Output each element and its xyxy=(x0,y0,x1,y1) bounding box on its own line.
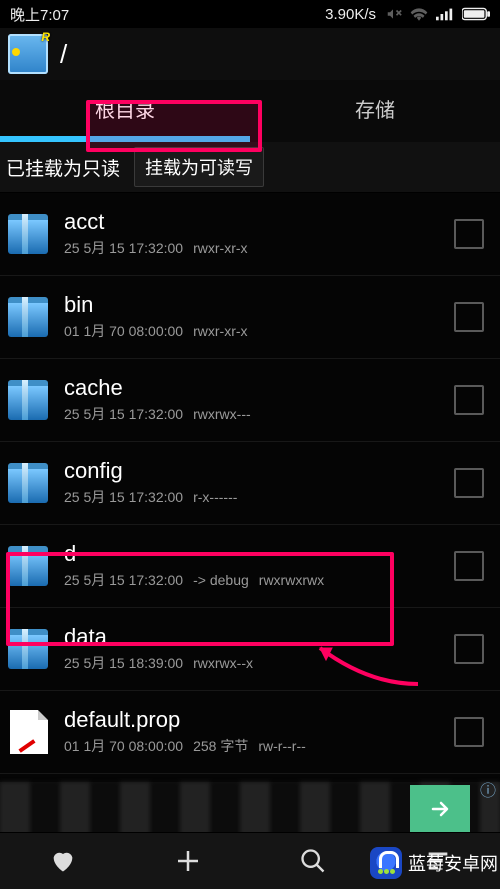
mount-rw-button[interactable]: 挂载为可读写 xyxy=(134,147,264,187)
current-path[interactable]: / xyxy=(60,39,67,70)
list-item[interactable]: cache 25 5月 15 17:32:00rwxrwx--- xyxy=(0,359,500,442)
file-meta: 25 5月 15 17:32:00r-x------ xyxy=(64,487,442,507)
folder-icon xyxy=(8,629,48,669)
list-item[interactable]: data 25 5月 15 18:39:00rwxrwx--x xyxy=(0,608,500,691)
list-item[interactable]: default.prop 01 1月 70 08:00:00258 字节rw-r… xyxy=(0,691,500,774)
tab-storage[interactable]: 存储 xyxy=(250,80,500,142)
list-item[interactable]: d 25 5月 15 17:32:00-> debugrwxrwxrwx xyxy=(0,525,500,608)
app-icon[interactable] xyxy=(8,34,48,74)
file-meta: 25 5月 15 17:32:00-> debugrwxrwxrwx xyxy=(64,570,442,590)
file-meta: 01 1月 70 08:00:00rwxr-xr-x xyxy=(64,321,442,341)
file-list: acct 25 5月 15 17:32:00rwxr-xr-x bin 01 1… xyxy=(0,193,500,839)
heart-icon xyxy=(49,847,77,875)
folder-icon xyxy=(8,297,48,337)
status-bar: 晚上7:07 3.90K/s xyxy=(0,0,500,28)
file-meta: 25 5月 15 18:39:00rwxrwx--x xyxy=(64,653,442,673)
file-name: d xyxy=(64,542,442,566)
search-icon xyxy=(299,847,327,875)
list-item[interactable]: config 25 5月 15 17:32:00r-x------ xyxy=(0,442,500,525)
plus-icon xyxy=(173,846,203,876)
row-checkbox[interactable] xyxy=(454,468,484,498)
row-checkbox[interactable] xyxy=(454,302,484,332)
toolbar-search-button[interactable] xyxy=(250,833,375,889)
ad-banner[interactable]: ⓘ xyxy=(0,782,500,836)
file-meta: 25 5月 15 17:32:00rwxr-xr-x xyxy=(64,238,442,258)
folder-icon xyxy=(8,546,48,586)
arrow-right-icon xyxy=(428,797,452,821)
file-name: config xyxy=(64,459,442,483)
row-checkbox[interactable] xyxy=(454,717,484,747)
mute-icon xyxy=(384,7,402,21)
wifi-icon xyxy=(410,7,428,21)
ad-info-icon[interactable]: ⓘ xyxy=(480,784,496,800)
toolbar-add-button[interactable] xyxy=(125,833,250,889)
row-checkbox[interactable] xyxy=(454,551,484,581)
folder-icon xyxy=(8,380,48,420)
mount-status-row: 已挂载为只读 挂载为可读写 xyxy=(0,142,500,193)
list-item[interactable]: acct 25 5月 15 17:32:00rwxr-xr-x xyxy=(0,193,500,276)
tab-root[interactable]: 根目录 xyxy=(0,80,250,142)
toolbar-more-button[interactable] xyxy=(375,833,500,889)
file-meta: 25 5月 15 17:32:00rwxrwx--- xyxy=(64,404,442,424)
file-meta: 01 1月 70 08:00:00258 字节rw-r--r-- xyxy=(64,736,442,756)
file-name: cache xyxy=(64,376,442,400)
file-icon xyxy=(10,710,48,754)
status-netspeed: 3.90K/s xyxy=(325,6,376,23)
file-name: data xyxy=(64,625,442,649)
status-time: 晚上7:07 xyxy=(10,4,69,25)
folder-icon xyxy=(8,214,48,254)
app-title-bar: / xyxy=(0,28,500,80)
ad-action-button[interactable] xyxy=(410,785,470,833)
bottom-toolbar xyxy=(0,832,500,889)
signal-icon xyxy=(436,7,454,21)
menu-lines-icon xyxy=(424,847,452,875)
file-name: default.prop xyxy=(64,708,442,732)
file-name: bin xyxy=(64,293,442,317)
row-checkbox[interactable] xyxy=(454,219,484,249)
mount-readonly-label: 已挂载为只读 xyxy=(0,154,126,181)
row-checkbox[interactable] xyxy=(454,385,484,415)
toolbar-favorite-button[interactable] xyxy=(0,833,125,889)
list-item[interactable]: bin 01 1月 70 08:00:00rwxr-xr-x xyxy=(0,276,500,359)
row-checkbox[interactable] xyxy=(454,634,484,664)
battery-icon xyxy=(462,7,490,21)
file-name: acct xyxy=(64,210,442,234)
folder-icon xyxy=(8,463,48,503)
tab-bar: 根目录 存储 xyxy=(0,80,500,142)
